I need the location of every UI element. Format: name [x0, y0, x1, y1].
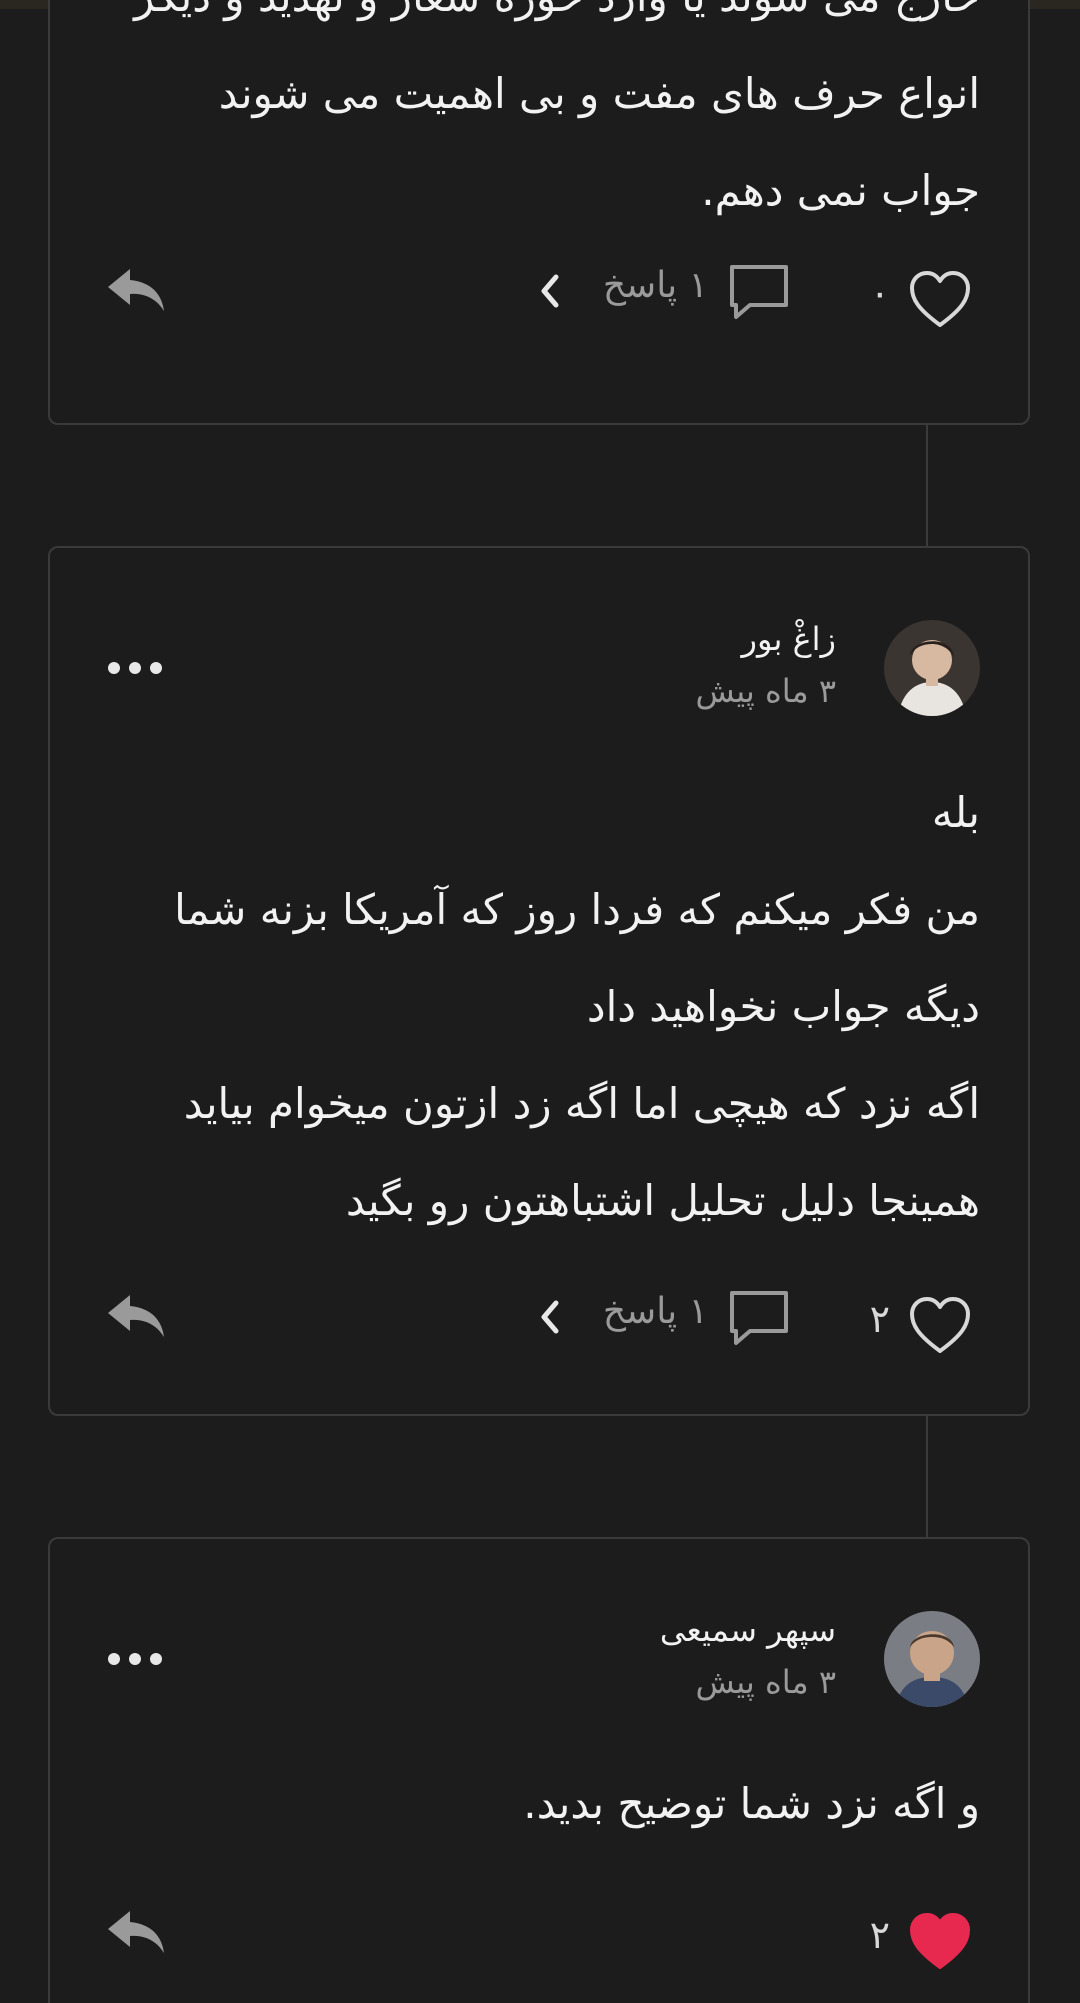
- author-name[interactable]: سپهر سمیعی: [660, 1611, 836, 1649]
- comment-line: جواب نمی دهم.: [701, 166, 980, 215]
- comment-line: دیگه جواب نخواهید داد: [586, 982, 980, 1031]
- avatar[interactable]: [884, 1611, 980, 1707]
- comment-body: خارج می شوند یا وارد حوزه شعار و تهدید و…: [134, 0, 980, 239]
- comment-time: ۳ ماه پیش: [695, 1663, 836, 1701]
- comment-time: ۳ ماه پیش: [695, 672, 836, 710]
- comment-header: زاغْ بور ۳ ماه پیش: [380, 620, 980, 720]
- like-count: ۲: [869, 1297, 890, 1341]
- reply-icon[interactable]: [106, 265, 166, 317]
- chevron-left-icon[interactable]: [538, 1295, 562, 1339]
- comment-card: خارج می شوند یا وارد حوزه شعار و تهدید و…: [48, 0, 1030, 425]
- comment-icon[interactable]: [726, 1287, 792, 1347]
- comment-line: و اگه نزد شما توضیح بدید.: [523, 1779, 980, 1828]
- comment-line: همینجا دلیل تحلیل اشتباهتون رو بگید: [345, 1176, 980, 1225]
- like-count: ۰: [869, 271, 890, 315]
- comment-actions: ۲ ۱ پاسخ: [50, 1283, 1028, 1363]
- avatar[interactable]: [884, 620, 980, 716]
- heart-icon-filled[interactable]: [908, 1911, 972, 1971]
- heart-icon[interactable]: [908, 1295, 972, 1355]
- comment-actions: ۲: [50, 1899, 1028, 1979]
- more-icon[interactable]: [108, 1651, 162, 1667]
- reply-count-link[interactable]: ۱ پاسخ: [603, 1291, 708, 1332]
- comment-line: خارج می شوند یا وارد حوزه شعار و تهدید و…: [134, 0, 980, 45]
- more-icon[interactable]: [108, 660, 162, 676]
- comment-line: انواع حرف های مفت و بی اهمیت می شوند: [218, 69, 980, 118]
- comment-body: بله من فکر میکنم که فردا روز که آمریکا ب…: [174, 764, 980, 1249]
- like-count: ۲: [869, 1913, 890, 1957]
- comment-header: سپهر سمیعی ۳ ماه پیش: [380, 1611, 980, 1711]
- comment-card: زاغْ بور ۳ ماه پیش بله من فکر میکنم که ف…: [48, 546, 1030, 1416]
- comment-actions: ۰ ۱ پاسخ: [50, 257, 1028, 337]
- comments-page: خارج می شوند یا وارد حوزه شعار و تهدید و…: [0, 0, 1080, 2003]
- thread-connector: [926, 425, 928, 546]
- author-name[interactable]: زاغْ بور: [742, 620, 837, 658]
- heart-icon[interactable]: [908, 269, 972, 329]
- comment-card: سپهر سمیعی ۳ ماه پیش و اگه نزد شما توضیح…: [48, 1537, 1030, 2003]
- thread-connector: [926, 1416, 928, 1537]
- reply-icon[interactable]: [106, 1907, 166, 1959]
- comment-line: اگه نزد که هیچی اما اگه زد ازتون میخوام …: [183, 1079, 980, 1128]
- reply-count-link[interactable]: ۱ پاسخ: [603, 265, 708, 306]
- comment-line: من فکر میکنم که فردا روز که آمریکا بزنه …: [174, 885, 980, 934]
- comment-icon[interactable]: [726, 261, 792, 321]
- reply-icon[interactable]: [106, 1291, 166, 1343]
- comment-line: بله: [931, 788, 980, 837]
- chevron-left-icon[interactable]: [538, 269, 562, 313]
- comment-body: و اگه نزد شما توضیح بدید.: [523, 1755, 980, 1852]
